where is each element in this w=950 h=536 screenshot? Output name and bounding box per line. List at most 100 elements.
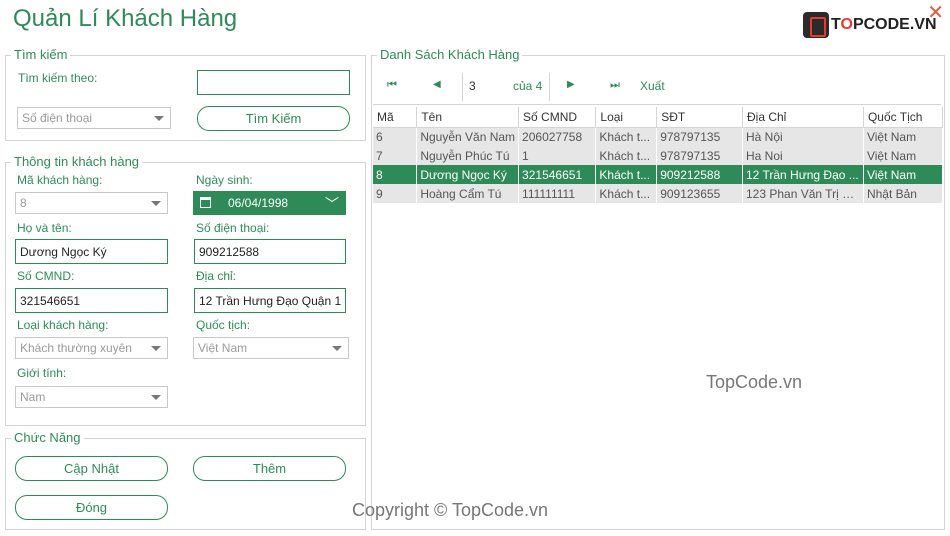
column-header[interactable]: SĐT: [656, 107, 743, 128]
table-cell: Nguyễn Phúc Tú: [416, 146, 520, 165]
gender-value: Nam: [20, 390, 46, 404]
table-cell: 8: [373, 165, 418, 184]
table-cell: Khách t...: [595, 127, 658, 146]
calendar-icon: [200, 197, 211, 208]
window-title: Quản Lí Khách Hàng: [13, 5, 238, 32]
gender-select[interactable]: Nam: [15, 386, 168, 408]
table-cell: Ha Noi: [742, 146, 864, 165]
logo-text: TOPCODE.VN: [831, 15, 937, 33]
table-cell: 12 Trần Hưng Đạo ...: [742, 165, 864, 184]
table-cell: Nguyễn Văn Nam: [416, 127, 520, 146]
table-cell: 7: [373, 146, 418, 165]
pager-toolbar: ⏮ ◀ 3 của 4 ▶ ⏭ Xuất: [373, 69, 941, 105]
customer-id-select[interactable]: 8: [15, 192, 168, 214]
column-header[interactable]: Quốc Tịch: [863, 107, 944, 128]
chevron-down-icon: [154, 116, 164, 121]
fullname-label: Họ và tên:: [17, 221, 72, 235]
table-cell: Nhật Bản: [863, 184, 944, 203]
page-count-label: của 4: [513, 79, 543, 93]
actions-legend: Chức Năng: [11, 430, 84, 445]
search-button[interactable]: Tìm Kiếm: [197, 106, 350, 131]
column-header[interactable]: Mã: [373, 107, 418, 128]
birthdate-label: Ngày sinh:: [196, 173, 253, 187]
topcode-logo-icon: [803, 11, 829, 38]
export-button[interactable]: Xuất: [640, 79, 665, 93]
divider: [462, 73, 463, 101]
customer-id-label: Mã khách hàng:: [17, 173, 103, 187]
chevron-down-icon: [151, 201, 161, 206]
topcode-logo: TOPCODE.VN: [803, 11, 937, 38]
search-input[interactable]: [197, 70, 350, 95]
add-button[interactable]: Thêm: [193, 456, 346, 481]
copyright-watermark: Copyright © TopCode.vn: [352, 500, 549, 520]
table-row-selected[interactable]: 8 Dương Ngọc Ký 321546651 Khách t... 909…: [373, 165, 944, 184]
column-header[interactable]: Địa Chỉ: [742, 107, 864, 128]
table-cell: 111111111: [518, 184, 597, 203]
fullname-field[interactable]: Dương Ngọc Ký: [15, 239, 168, 264]
page-number-input[interactable]: 3: [469, 79, 476, 93]
search-by-label: Tìm kiếm theo:: [18, 71, 98, 85]
birthdate-value: 06/04/1998: [228, 196, 289, 210]
customer-id-value: 8: [20, 196, 27, 210]
watermark-text: TopCode.vn: [706, 372, 803, 392]
phone-field[interactable]: 909212588: [194, 239, 346, 264]
chevron-down-icon: ﹀: [325, 197, 339, 213]
phone-label: Số điện thoại:: [196, 221, 270, 235]
table-cell: Việt Nam: [863, 127, 944, 146]
table-cell: 206027758: [518, 127, 597, 146]
customer-info-legend: Thông tin khách hàng: [11, 154, 143, 169]
next-page-icon[interactable]: ▶: [567, 79, 575, 90]
address-field[interactable]: 12 Trần Hưng Đạo Quận 1 H: [194, 288, 346, 313]
id-card-field[interactable]: 321546651: [15, 288, 168, 313]
table-cell: Dương Ngọc Ký: [416, 165, 520, 184]
table-cell: Việt Nam: [863, 146, 944, 165]
column-header[interactable]: Loại: [595, 107, 658, 128]
table-cell: Hà Nội: [742, 127, 864, 146]
customer-type-select[interactable]: Khách thường xuyên: [15, 337, 168, 359]
close-button[interactable]: Đóng: [15, 495, 168, 520]
divider: [549, 73, 550, 101]
chevron-down-icon: [332, 346, 342, 351]
table-cell: 909123655: [656, 184, 743, 203]
table-cell: 978797135: [656, 146, 743, 165]
customer-table: Mã Tên Số CMND Loại SĐT Địa Chỉ Quốc Tịc…: [373, 107, 944, 203]
table-cell: 1: [518, 146, 597, 165]
prev-page-icon[interactable]: ◀: [433, 79, 441, 90]
table-body: 6 Nguyễn Văn Nam 206027758 Khách t... 97…: [373, 127, 944, 203]
last-page-icon[interactable]: ⏭: [610, 79, 620, 92]
table-cell: Khách t...: [595, 165, 658, 184]
table-cell: 978797135: [656, 127, 743, 146]
search-criteria-value: Số điện thoại: [22, 111, 93, 125]
chevron-down-icon: [151, 395, 161, 400]
customer-list-legend: Danh Sách Khách Hàng: [377, 47, 523, 62]
table-cell: Khách t...: [595, 184, 658, 203]
nationality-value: Việt Nam: [198, 341, 248, 355]
table-cell: 6: [373, 127, 418, 146]
table-cell: 123 Phan Văn Trị G...: [742, 184, 864, 203]
table-cell: Việt Nam: [863, 165, 944, 184]
table-row[interactable]: 6 Nguyễn Văn Nam 206027758 Khách t... 97…: [373, 127, 944, 146]
column-header[interactable]: Tên: [416, 107, 520, 128]
table-cell: Khách t...: [595, 146, 658, 165]
table-cell: Hoàng Cẩm Tú: [416, 184, 520, 203]
birthdate-picker[interactable]: 06/04/1998 ﹀: [193, 191, 346, 215]
search-legend: Tìm kiếm: [11, 47, 71, 62]
customer-type-value: Khách thường xuyên: [20, 341, 132, 355]
search-criteria-select[interactable]: Số điện thoại: [17, 107, 171, 129]
table-cell: 909212588: [656, 165, 743, 184]
column-header[interactable]: Số CMND: [518, 107, 597, 128]
table-header-row: Mã Tên Số CMND Loại SĐT Địa Chỉ Quốc Tịc…: [373, 107, 944, 128]
close-icon[interactable]: ✕: [927, 2, 944, 22]
nationality-label: Quốc tịch:: [196, 318, 251, 332]
table-row[interactable]: 9 Hoàng Cẩm Tú 111111111 Khách t... 9091…: [373, 184, 944, 203]
customer-type-label: Loại khách hàng:: [17, 318, 109, 332]
table-cell: 9: [373, 184, 418, 203]
table-row[interactable]: 7 Nguyễn Phúc Tú 1 Khách t... 978797135 …: [373, 146, 944, 165]
chevron-down-icon: [151, 346, 161, 351]
table-cell: 321546651: [518, 165, 597, 184]
gender-label: Giới tính:: [17, 366, 67, 380]
nationality-select[interactable]: Việt Nam: [193, 337, 349, 359]
address-label: Địa chỉ:: [196, 269, 237, 283]
update-button[interactable]: Cập Nhật: [15, 456, 168, 481]
first-page-icon[interactable]: ⏮: [387, 79, 397, 92]
